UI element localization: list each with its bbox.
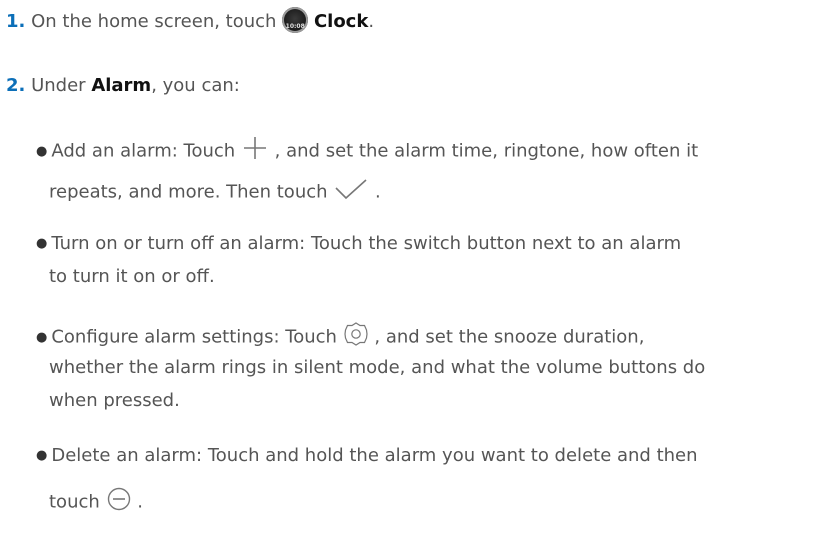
step-text: Under xyxy=(25,75,92,96)
step-text: On the home screen, touch xyxy=(25,11,283,32)
clock-app-icon: 10:08 xyxy=(282,7,309,33)
bullet-text: to turn it on or off. xyxy=(49,266,215,287)
bullet-text: repeats, and more. Then touch xyxy=(49,181,334,203)
bullet-text: Configure alarm settings: Touch xyxy=(51,326,343,348)
bullet-icon: ● xyxy=(36,448,48,463)
bullet-text-cont: , and set the snooze duration, xyxy=(368,326,645,348)
bullet-toggle-alarm: ● Turn on or turn off an alarm: Touch the… xyxy=(36,232,681,258)
bullet-add-alarm-line2: repeats, and more. Then touch . xyxy=(49,177,381,208)
bullet-delete-alarm-line2: touch . xyxy=(49,486,143,519)
step-number: 2. xyxy=(6,75,26,96)
minus-circle-icon xyxy=(106,486,132,519)
checkmark-icon xyxy=(333,177,369,208)
step-1: 1. On the home screen, touch 10:08 Clock… xyxy=(6,7,375,35)
clock-app-icon-time: 10:08 xyxy=(285,23,305,30)
bullet-text: Turn on or turn off an alarm: Touch the … xyxy=(51,233,682,254)
step-text-end: . xyxy=(368,11,375,32)
bullet-icon: ● xyxy=(36,143,48,159)
bullet-configure-settings-line3: when pressed. xyxy=(49,389,180,413)
step-number: 1. xyxy=(6,11,26,32)
bullet-text: whether the alarm rings in silent mode, … xyxy=(49,357,706,378)
gear-icon xyxy=(343,321,369,354)
bullet-text-cont: . xyxy=(131,491,143,513)
bullet-text-cont: . xyxy=(369,181,381,203)
plus-icon xyxy=(241,134,269,169)
bullet-configure-settings: ● Configure alarm settings: Touch , and s… xyxy=(36,321,644,354)
step-text-end: , you can: xyxy=(151,75,240,96)
bullet-toggle-alarm-line2: to turn it on or off. xyxy=(49,265,215,289)
bullet-icon: ● xyxy=(36,329,48,345)
bullet-text-cont: , and set the alarm time, ringtone, how … xyxy=(268,140,699,162)
step-2: 2. Under Alarm, you can: xyxy=(6,74,240,98)
bullet-text: touch xyxy=(49,491,106,513)
bullet-text: Delete an alarm: Touch and hold the alar… xyxy=(51,445,698,466)
bullet-icon: ● xyxy=(36,236,48,251)
bullet-configure-settings-line2: whether the alarm rings in silent mode, … xyxy=(49,356,705,380)
bullet-delete-alarm: ● Delete an alarm: Touch and hold the ala… xyxy=(36,444,698,470)
bullet-text: Add an alarm: Touch xyxy=(51,140,241,162)
bullet-text: when pressed. xyxy=(49,390,180,411)
bullet-add-alarm: ● Add an alarm: Touch , and set the alarm… xyxy=(36,134,698,169)
alarm-keyword: Alarm xyxy=(91,75,152,96)
clock-app-name: Clock xyxy=(313,11,369,32)
